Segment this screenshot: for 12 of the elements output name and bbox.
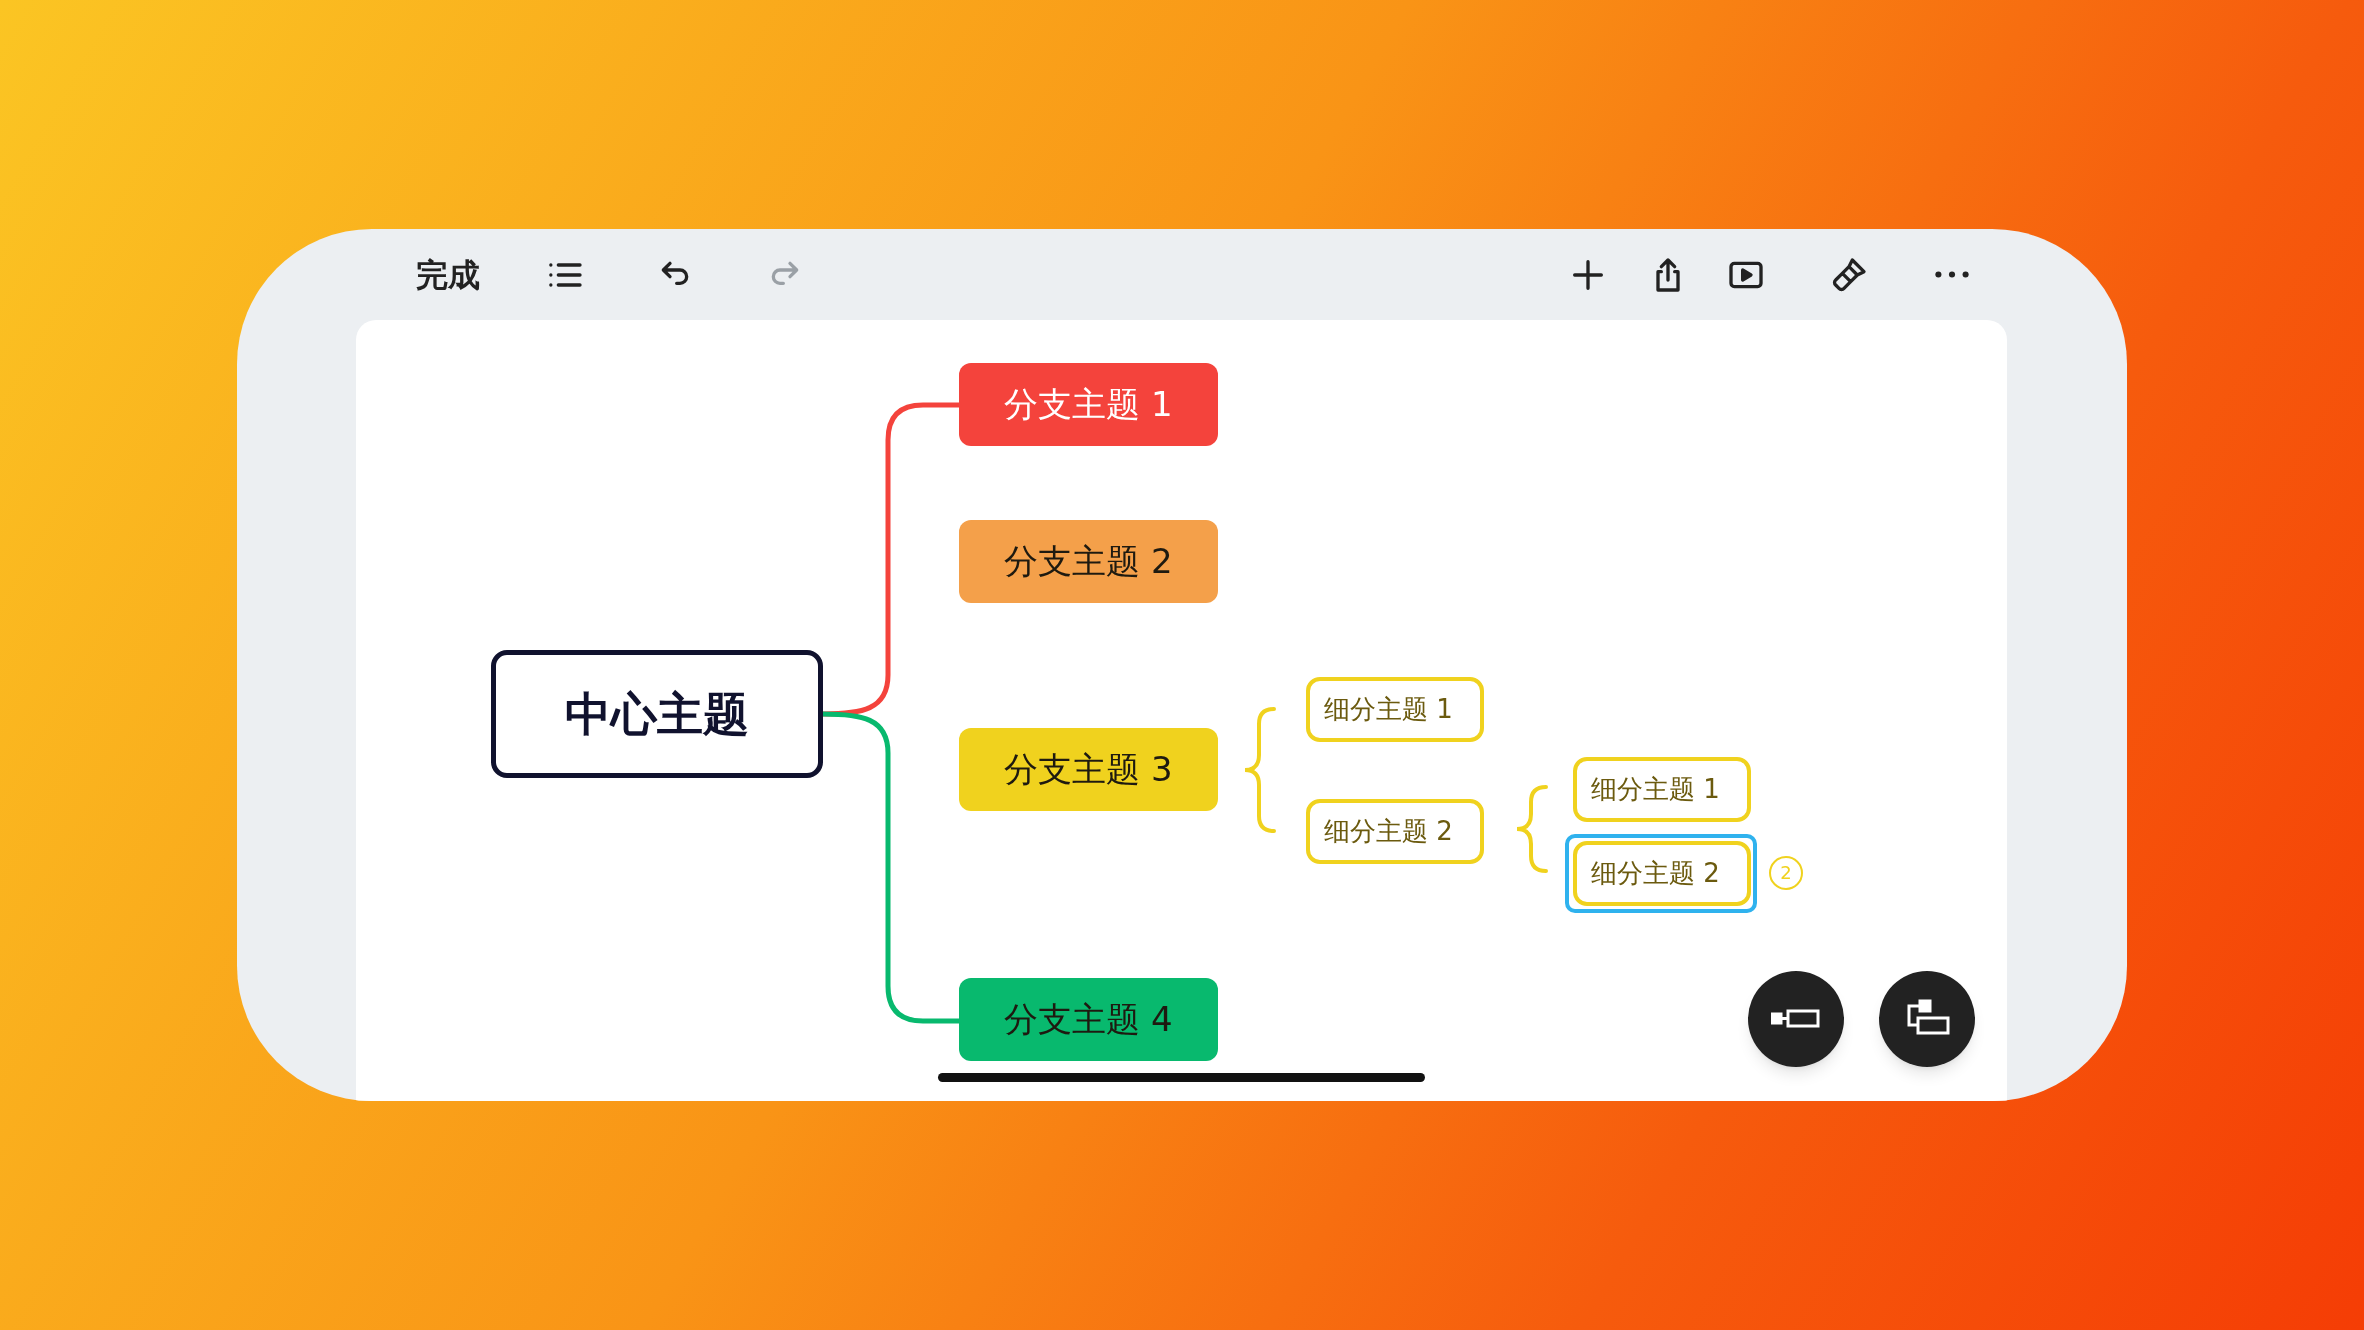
- branch-topic-node[interactable]: 分支主题 4: [959, 978, 1218, 1061]
- branch-topic-node[interactable]: 分支主题 3: [959, 728, 1218, 811]
- subtopic-node[interactable]: 细分主题 2: [1573, 841, 1751, 906]
- central-topic-node[interactable]: 中心主题: [491, 650, 823, 778]
- branch-topic-node[interactable]: 分支主题 1: [959, 363, 1218, 446]
- more-icon: [1935, 271, 1969, 278]
- subtopic-node[interactable]: 细分主题 1: [1573, 757, 1751, 822]
- subtopic-node[interactable]: 细分主题 2: [1306, 799, 1484, 864]
- done-button[interactable]: 完成: [405, 250, 491, 299]
- branch-topic-node[interactable]: 分支主题 2: [959, 520, 1218, 603]
- subtopic-node[interactable]: 细分主题 1: [1306, 677, 1484, 742]
- sibling-node-icon: [1771, 1007, 1821, 1031]
